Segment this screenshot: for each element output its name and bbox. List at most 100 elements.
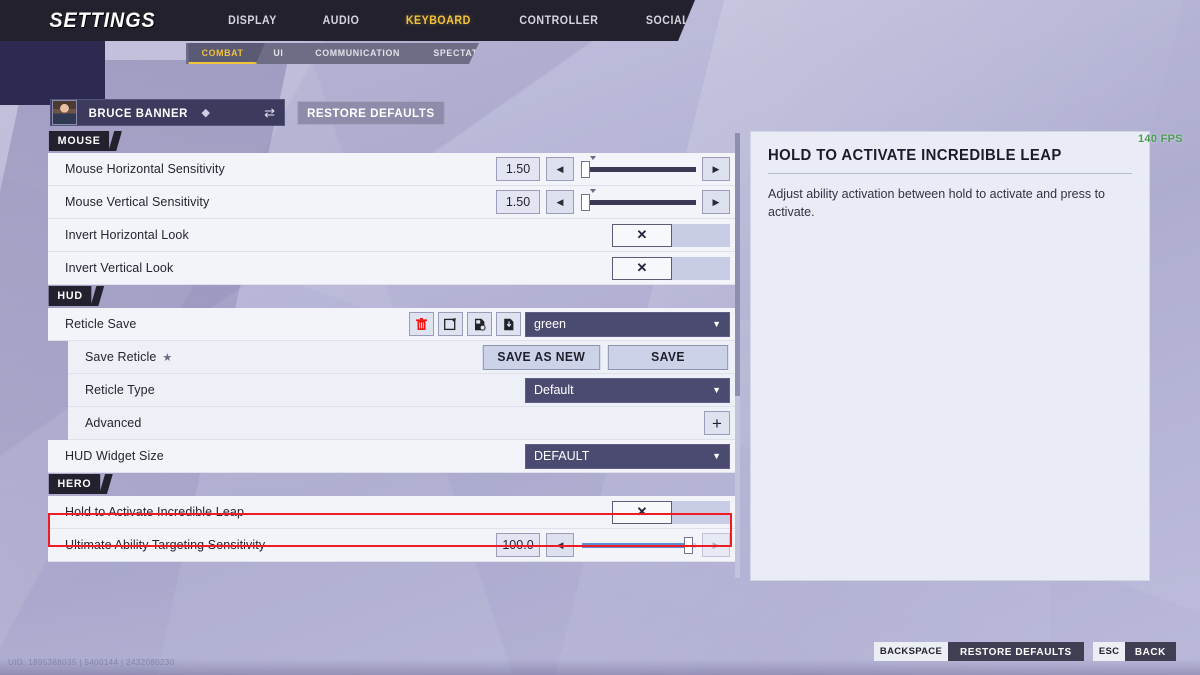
info-panel: HOLD TO ACTIVATE INCREDIBLE LEAP Adjust … [750, 131, 1150, 581]
toggle-on-cell[interactable]: ✕ [612, 256, 672, 280]
row-reticle-save[interactable]: Reticle Save green ▼ [48, 308, 738, 341]
tab-display[interactable]: DISPLAY [209, 15, 296, 27]
slider-track [582, 167, 696, 172]
row-label: Ultimate Ability Targeting Sensitivity [65, 538, 266, 552]
sub-tab-list: COMBAT UI COMMUNICATION SPECTATING [186, 43, 479, 64]
section-hero-header-wrap: HERO [48, 474, 738, 496]
slider-fill [582, 543, 691, 548]
info-panel-title: HOLD TO ACTIVATE INCREDIBLE LEAP [768, 147, 1062, 164]
reticle-save-dropdown[interactable]: green ▼ [525, 311, 730, 337]
toggle-hold-to-activate-incredible-leap[interactable]: ✕ [612, 500, 730, 524]
row-controls: green ▼ [409, 308, 738, 340]
scrollbar-thumb[interactable] [735, 133, 740, 396]
chevron-down-icon: ▼ [712, 319, 721, 329]
toggle-off-cell[interactable] [672, 500, 730, 524]
value-display: 100.0 [496, 533, 540, 557]
decrement-button[interactable]: ◀ [546, 157, 574, 181]
prompt-back[interactable]: ESC BACK [1092, 642, 1176, 661]
row-hud-widget-size[interactable]: HUD Widget Size DEFAULT ▼ [48, 440, 738, 473]
toggle-off-cell[interactable] [672, 256, 730, 280]
restore-defaults-button[interactable]: RESTORE DEFAULTS [297, 100, 445, 125]
info-panel-divider [768, 173, 1132, 174]
decrement-button[interactable]: ◀ [546, 190, 574, 214]
decrement-button[interactable]: ◀ [546, 533, 574, 557]
settings-scroll-area[interactable]: MOUSE Mouse Horizontal Sensitivity 1.50 … [48, 131, 738, 581]
subtab-combat[interactable]: COMBAT [188, 43, 257, 64]
value-display: 1.50 [496, 157, 540, 181]
toggle-off-cell[interactable] [672, 223, 730, 247]
section-header-mouse: MOUSE [48, 131, 110, 151]
row-label: HUD Widget Size [65, 449, 164, 463]
chevron-down-icon: ▼ [712, 385, 721, 395]
slider-handle[interactable] [581, 194, 590, 211]
toggle-on-cell[interactable]: ✕ [612, 223, 672, 247]
row-save-reticle[interactable]: Save Reticle ★ SAVE AS NEW SAVE [68, 341, 738, 374]
save-as-new-button[interactable]: SAVE AS NEW [483, 344, 601, 370]
slider[interactable] [577, 189, 699, 214]
row-label: Advanced [85, 416, 142, 430]
row-mouse-vertical-sensitivity[interactable]: Mouse Vertical Sensitivity 1.50 ◀ ▶ [48, 186, 738, 219]
row-controls: + [704, 407, 738, 439]
value-display: 1.50 [496, 190, 540, 214]
bottom-vignette [0, 659, 1200, 675]
slider[interactable] [577, 533, 699, 557]
uid-text: UID: 1895388035 | 5400144 | 2432080230 [8, 658, 175, 667]
row-controls: ✕ [612, 252, 738, 284]
toggle-invert-horizontal-look[interactable]: ✕ [612, 223, 730, 247]
row-reticle-type[interactable]: Reticle Type Default ▼ [68, 374, 738, 407]
key-esc: ESC [1092, 642, 1126, 661]
slider-handle[interactable] [684, 537, 693, 554]
row-controls: Default ▼ [525, 374, 738, 406]
action-back: BACK [1135, 645, 1167, 658]
increment-button: ▶ [702, 533, 730, 557]
hero-selector-row: BRUCE BANNER ◆ ⇄ RESTORE DEFAULTS [50, 99, 447, 126]
footer-prompts: BACKSPACE RESTORE DEFAULTS ESC BACK [873, 642, 1176, 661]
row-label: Reticle Save [65, 317, 137, 331]
prompt-restore-defaults[interactable]: BACKSPACE RESTORE DEFAULTS [873, 642, 1084, 661]
row-label: Invert Vertical Look [65, 261, 174, 275]
row-label: Reticle Type [85, 383, 155, 397]
slider[interactable] [577, 156, 699, 181]
save-button[interactable]: SAVE [607, 344, 729, 370]
tab-controller[interactable]: CONTROLLER [500, 15, 618, 27]
swap-arrows-icon[interactable]: ⇄ [264, 106, 275, 119]
row-hold-to-activate-incredible-leap[interactable]: Hold to Activate Incredible Leap ✕ [48, 496, 738, 529]
row-label: Mouse Horizontal Sensitivity [65, 162, 225, 176]
reticle-type-dropdown[interactable]: Default ▼ [525, 377, 730, 403]
row-mouse-horizontal-sensitivity[interactable]: Mouse Horizontal Sensitivity 1.50 ◀ ▶ [48, 153, 738, 186]
row-invert-vertical-look[interactable]: Invert Vertical Look ✕ [48, 252, 738, 285]
increment-button[interactable]: ▶ [702, 157, 730, 181]
delete-icon[interactable] [409, 312, 434, 336]
row-controls: 1.50 ◀ ▶ [496, 153, 738, 185]
toggle-invert-vertical-look[interactable]: ✕ [612, 256, 730, 280]
export-file-icon[interactable] [467, 312, 492, 336]
dropdown-value: green [534, 317, 566, 331]
row-controls: SAVE AS NEW SAVE [481, 341, 738, 373]
row-label-text: Save Reticle [85, 350, 157, 364]
toggle-on-cell[interactable]: ✕ [612, 500, 672, 524]
row-ultimate-ability-targeting-sensitivity[interactable]: Ultimate Ability Targeting Sensitivity 1… [48, 529, 738, 562]
increment-button[interactable]: ▶ [702, 190, 730, 214]
row-label: Hold to Activate Incredible Leap [65, 505, 245, 519]
dropdown-value: Default [534, 383, 574, 397]
tab-audio[interactable]: AUDIO [303, 15, 378, 27]
hud-widget-size-dropdown[interactable]: DEFAULT ▼ [525, 443, 730, 469]
subtab-communication[interactable]: COMMUNICATION [302, 43, 413, 64]
slider-handle[interactable] [581, 161, 590, 178]
hero-name: BRUCE BANNER [88, 105, 188, 120]
expand-advanced-plus-icon[interactable]: + [704, 411, 730, 435]
row-invert-horizontal-look[interactable]: Invert Horizontal Look ✕ [48, 219, 738, 252]
edit-icon[interactable] [438, 312, 463, 336]
settings-header-bar: SETTINGS DISPLAY AUDIO KEYBOARD CONTROLL… [0, 0, 695, 41]
tab-keyboard[interactable]: KEYBOARD [387, 15, 491, 27]
section-header-hero: HERO [48, 474, 101, 494]
fps-counter: 140 FPS [1138, 133, 1183, 145]
slider-track [582, 200, 696, 205]
row-controls: ✕ [612, 496, 738, 528]
row-advanced[interactable]: Advanced + [68, 407, 738, 440]
subtab-ui[interactable]: UI [261, 43, 297, 64]
hero-selector[interactable]: BRUCE BANNER ◆ ⇄ [50, 99, 285, 126]
section-mouse-header-wrap: MOUSE [48, 131, 738, 153]
row-label: Invert Horizontal Look [65, 228, 189, 242]
import-file-icon[interactable] [496, 312, 521, 336]
